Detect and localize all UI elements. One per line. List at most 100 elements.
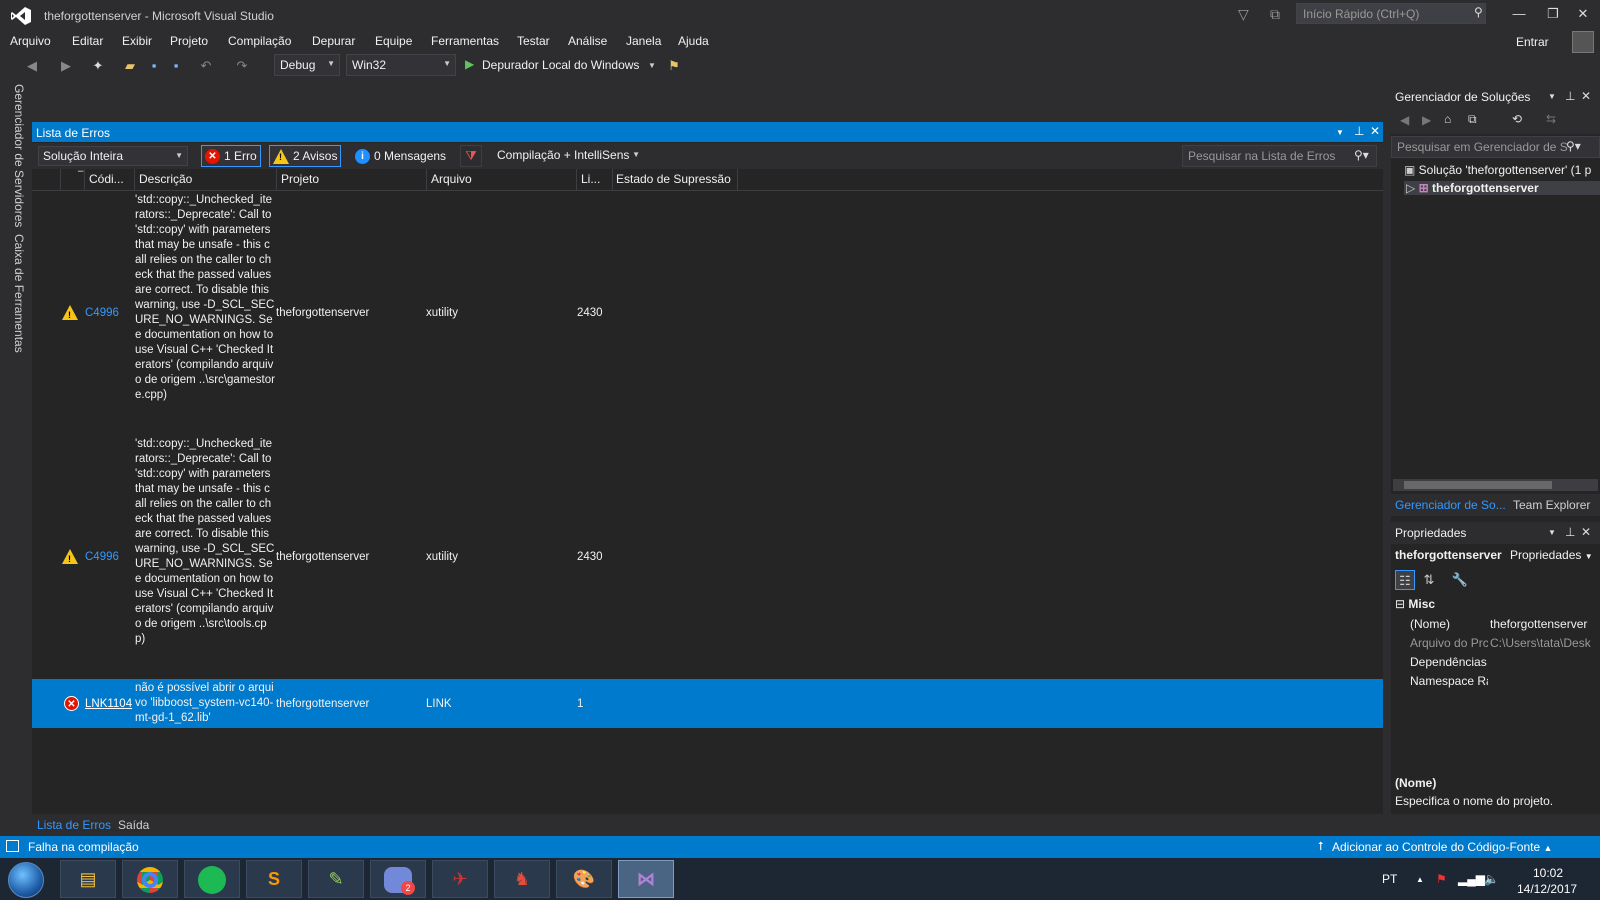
undo-icon[interactable]: ↶ bbox=[196, 56, 216, 76]
chevron-down-icon[interactable]: ▼ bbox=[642, 56, 662, 76]
column-project[interactable]: Projeto bbox=[281, 172, 319, 186]
show-hidden-icons-icon[interactable]: ▲ bbox=[1416, 875, 1424, 884]
property-value[interactable]: C:\Users\tata\Desk bbox=[1490, 636, 1598, 650]
menu-arquivo[interactable]: Arquivo bbox=[10, 34, 51, 48]
table-row[interactable]: ! C4996 'std::copy::_Unchecked_iterators… bbox=[32, 191, 1383, 435]
history-icon[interactable]: ⟲ bbox=[1512, 112, 1522, 126]
properties-object-type[interactable]: Propriedades ▼ bbox=[1510, 548, 1593, 562]
sublime-text-icon[interactable]: S bbox=[246, 860, 302, 898]
property-name[interactable]: Arquivo do Prc bbox=[1410, 636, 1488, 650]
table-row-selected[interactable]: ✕ LNK1104 não é possível abrir o arquivo… bbox=[32, 679, 1383, 728]
home-icon[interactable]: ⌂ bbox=[1444, 112, 1451, 126]
tab-team-explorer[interactable]: Team Explorer bbox=[1513, 498, 1590, 512]
close-icon[interactable]: ✕ bbox=[1581, 89, 1591, 103]
pin-icon[interactable]: ⊥ bbox=[1565, 525, 1575, 539]
sign-in-link[interactable]: Entrar bbox=[1516, 35, 1549, 49]
build-source-select[interactable]: Compilação + IntelliSens ▼ bbox=[494, 146, 644, 166]
start-button[interactable] bbox=[8, 862, 44, 898]
property-pages-icon[interactable]: 🔧 bbox=[1450, 570, 1470, 590]
properties-object-name[interactable]: theforgottenserver bbox=[1395, 548, 1502, 562]
clock-date[interactable]: 14/12/2017 bbox=[1517, 882, 1577, 896]
panel-menu-icon[interactable]: ▼ bbox=[1548, 92, 1556, 101]
menu-depurar[interactable]: Depurar bbox=[312, 34, 355, 48]
action-center-flag-icon[interactable]: ⚑ bbox=[1436, 872, 1447, 886]
menu-ajuda[interactable]: Ajuda bbox=[678, 34, 709, 48]
find-in-files-icon[interactable]: ⚑ bbox=[664, 56, 684, 76]
save-icon[interactable]: ▪ bbox=[144, 56, 164, 76]
toolbox-tab[interactable]: Caixa de Ferramentas bbox=[8, 234, 26, 353]
search-icon[interactable]: ⚲▾ bbox=[1566, 139, 1581, 153]
navigate-back-icon[interactable]: ◀ bbox=[22, 56, 42, 76]
errors-filter-button[interactable]: ✕ 1 Erro bbox=[201, 145, 261, 167]
tab-solution-explorer[interactable]: Gerenciador de So... bbox=[1395, 498, 1506, 512]
minimize-button[interactable]: — bbox=[1502, 2, 1536, 26]
notepad-plus-plus-icon[interactable]: ✎ bbox=[308, 860, 364, 898]
property-name[interactable]: Dependências bbox=[1410, 655, 1488, 669]
restore-button[interactable]: ❐ bbox=[1536, 2, 1570, 26]
scope-select[interactable]: Solução Inteira ▼ bbox=[38, 146, 188, 166]
add-to-source-control-button[interactable]: Adicionar ao Controle do Código-Fonte ▲ bbox=[1332, 840, 1552, 854]
panel-menu-icon[interactable]: ▼ bbox=[1336, 128, 1344, 137]
error-code-link[interactable]: C4996 bbox=[85, 550, 119, 565]
project-node[interactable]: ▷ ⊞ theforgottenserver bbox=[1404, 181, 1600, 195]
error-list-search-input[interactable]: Pesquisar na Lista de Erros bbox=[1182, 145, 1377, 167]
visual-studio-logo-icon[interactable] bbox=[10, 6, 32, 26]
clock-time[interactable]: 10:02 bbox=[1533, 866, 1563, 880]
game-character-icon[interactable]: ♞ bbox=[494, 860, 550, 898]
forward-icon[interactable]: ▶ bbox=[1422, 113, 1431, 127]
menu-exibir[interactable]: Exibir bbox=[122, 34, 152, 48]
redo-icon[interactable]: ↷ bbox=[232, 56, 252, 76]
open-file-icon[interactable]: ▰ bbox=[120, 56, 140, 76]
column-code[interactable]: Códi... bbox=[89, 172, 124, 186]
save-all-icon[interactable]: ▪ bbox=[166, 56, 186, 76]
configuration-select[interactable]: Debug ▼ bbox=[274, 54, 340, 76]
menu-janela[interactable]: Janela bbox=[626, 34, 661, 48]
column-line[interactable]: Li... bbox=[581, 172, 600, 186]
property-category[interactable]: ⊟ Misc bbox=[1395, 597, 1435, 611]
new-project-icon[interactable]: ✦ bbox=[88, 56, 108, 76]
feedback-icon[interactable]: ⧉ bbox=[1270, 6, 1280, 23]
filter-funnel-icon[interactable]: ⧩ bbox=[460, 145, 482, 167]
menu-ferramentas[interactable]: Ferramentas bbox=[431, 34, 499, 48]
search-icon[interactable]: ⚲ bbox=[1474, 5, 1483, 19]
back-icon[interactable]: ◀ bbox=[1400, 113, 1409, 127]
pin-icon[interactable]: ⊥ bbox=[1354, 124, 1364, 138]
spotify-icon[interactable] bbox=[184, 860, 240, 898]
language-indicator[interactable]: PT bbox=[1382, 872, 1397, 886]
panel-menu-icon[interactable]: ▼ bbox=[1548, 528, 1556, 537]
solution-root-node[interactable]: ▣ Solução 'theforgottenserver' (1 p bbox=[1404, 163, 1600, 177]
warnings-filter-button[interactable]: ! 2 Avisos bbox=[269, 145, 342, 167]
table-row[interactable]: ! C4996 'std::copy::_Unchecked_iterators… bbox=[32, 435, 1383, 679]
scrollbar-thumb[interactable] bbox=[1404, 481, 1552, 489]
alphabetical-icon[interactable]: ⇅ bbox=[1419, 570, 1439, 590]
quick-launch-input[interactable]: Início Rápido (Ctrl+Q) bbox=[1296, 3, 1486, 24]
pin-icon[interactable]: ⊥ bbox=[1565, 89, 1575, 103]
start-debugging-button[interactable]: Depurador Local do Windows bbox=[482, 58, 639, 72]
server-explorer-tab[interactable]: Gerenciador de Servidores bbox=[8, 84, 26, 227]
categorized-icon[interactable]: ☷ bbox=[1395, 570, 1415, 590]
paint-icon[interactable]: 🎨 bbox=[556, 860, 612, 898]
property-name[interactable]: (Nome) bbox=[1410, 617, 1488, 631]
close-button[interactable]: ✕ bbox=[1566, 2, 1600, 26]
tab-error-list[interactable]: Lista de Erros bbox=[37, 818, 111, 832]
menu-projeto[interactable]: Projeto bbox=[170, 34, 208, 48]
menu-equipe[interactable]: Equipe bbox=[375, 34, 412, 48]
switch-views-icon[interactable]: ⧉ bbox=[1468, 112, 1477, 127]
discord-icon[interactable]: 2 bbox=[370, 860, 426, 898]
menu-analise[interactable]: Análise bbox=[568, 34, 607, 48]
network-icon[interactable]: ▂▄▆ bbox=[1458, 872, 1485, 886]
volume-icon[interactable]: 🔈 bbox=[1484, 872, 1499, 886]
user-avatar-icon[interactable] bbox=[1572, 31, 1594, 53]
error-code-link[interactable]: C4996 bbox=[85, 306, 119, 321]
menu-testar[interactable]: Testar bbox=[517, 34, 550, 48]
column-file[interactable]: Arquivo bbox=[431, 172, 472, 186]
menu-compilacao[interactable]: Compilação bbox=[228, 34, 291, 48]
navigate-forward-icon[interactable]: ▶ bbox=[56, 56, 76, 76]
messages-filter-button[interactable]: i 0 Mensagens bbox=[351, 145, 450, 167]
start-debugging-icon[interactable]: ▶ bbox=[465, 57, 474, 71]
chrome-icon[interactable] bbox=[122, 860, 178, 898]
visual-studio-taskbar-icon[interactable]: ⋈ bbox=[618, 860, 674, 898]
menu-editar[interactable]: Editar bbox=[72, 34, 103, 48]
file-explorer-icon[interactable]: ▤ bbox=[60, 860, 116, 898]
sync-icon[interactable]: ⇆ bbox=[1546, 112, 1556, 126]
